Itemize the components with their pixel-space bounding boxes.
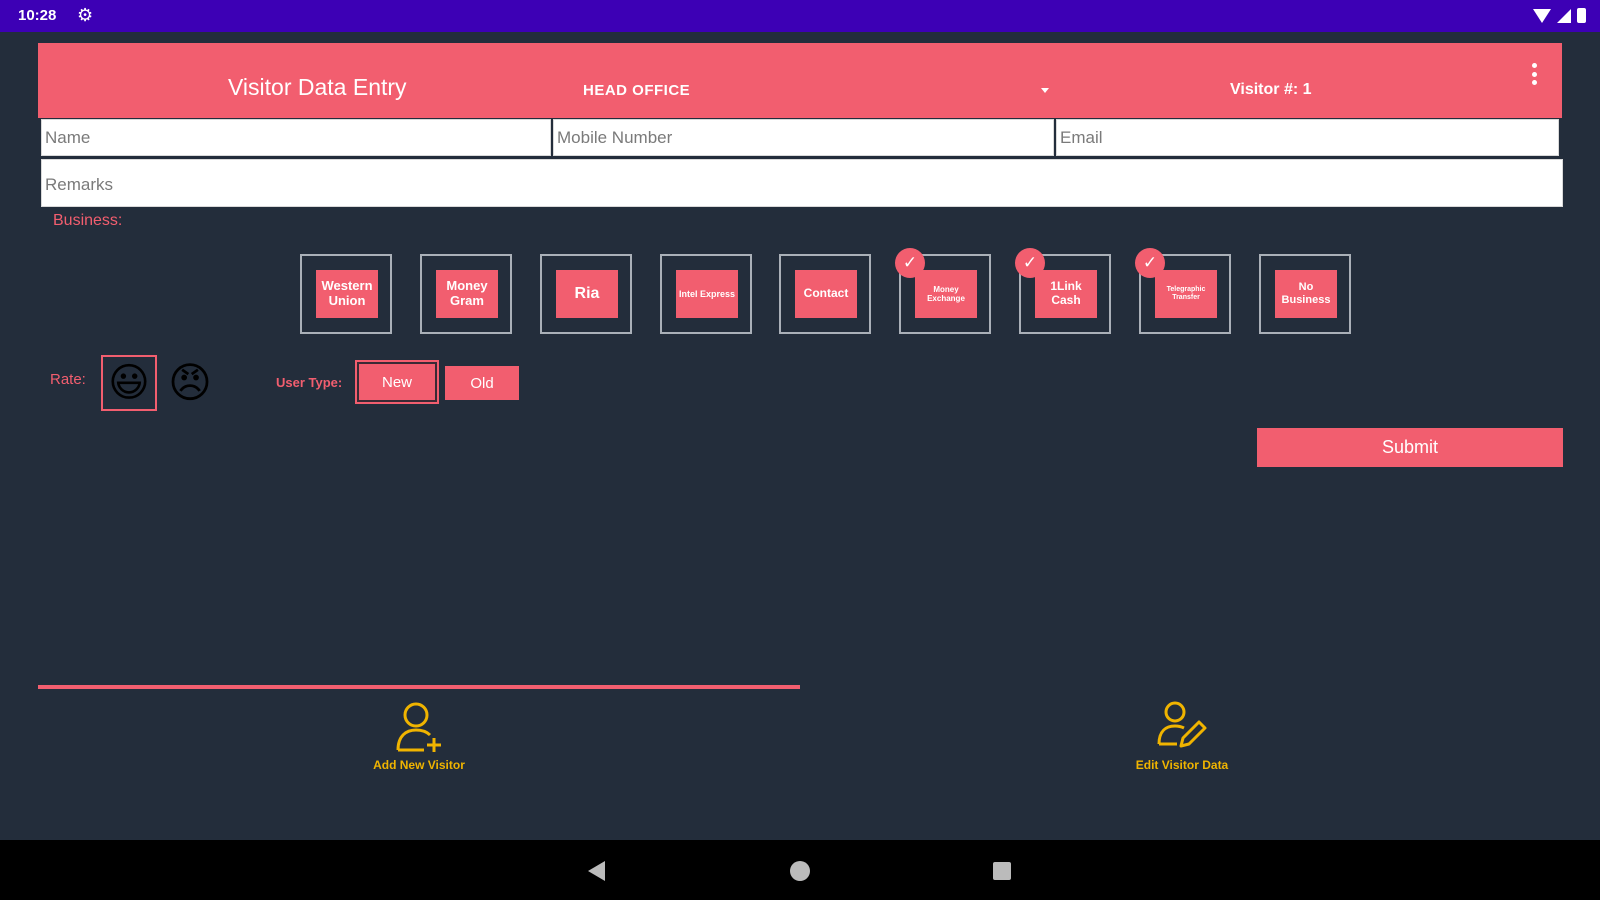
business-option-telegraphic-transfer[interactable]: Telegraphic Transfer ✓ xyxy=(1135,248,1231,334)
edit-user-icon xyxy=(1157,701,1207,748)
business-option-label: Money Gram xyxy=(436,270,498,318)
submit-button[interactable]: Submit xyxy=(1257,428,1563,467)
status-bar: 10:28 ⚙ xyxy=(0,0,1600,32)
page-title: Visitor Data Entry xyxy=(228,74,407,100)
business-option-money-exchange[interactable]: Money Exchange ✓ xyxy=(895,248,991,334)
tab-edit-visitor-data[interactable]: Edit Visitor Data xyxy=(1082,700,1282,780)
office-selected-value: HEAD OFFICE xyxy=(583,82,691,99)
business-option-label: Money Exchange xyxy=(915,270,977,318)
name-input[interactable] xyxy=(41,119,551,156)
email-input[interactable] xyxy=(1056,119,1559,156)
status-time: 10:28 xyxy=(18,7,57,24)
business-option-western-union[interactable]: Western Union xyxy=(300,254,392,334)
add-user-icon xyxy=(396,702,441,752)
business-option-label: Ria xyxy=(556,270,618,318)
checkmark-icon: ✓ xyxy=(895,248,925,278)
signal-icon xyxy=(1557,8,1571,23)
navigation-bar xyxy=(0,840,1600,900)
wifi-icon xyxy=(1533,8,1551,23)
mobile-number-input[interactable] xyxy=(553,119,1054,156)
overflow-menu-icon[interactable] xyxy=(1532,63,1538,85)
home-icon[interactable] xyxy=(790,861,810,881)
tab-add-label: Add New Visitor xyxy=(373,758,465,772)
rate-label: Rate: xyxy=(50,371,86,388)
business-option-money-gram[interactable]: Money Gram xyxy=(420,254,512,334)
business-option-ria[interactable]: Ria xyxy=(540,254,632,334)
remarks-input[interactable] xyxy=(41,159,1563,207)
business-option-label: Telegraphic Transfer xyxy=(1155,270,1217,318)
tab-edit-label: Edit Visitor Data xyxy=(1135,758,1229,772)
visitor-number: Visitor #: 1 xyxy=(1230,81,1312,98)
business-option-1link-cash[interactable]: 1Link Cash ✓ xyxy=(1015,248,1111,334)
status-icons xyxy=(1533,8,1586,23)
business-option-label: No Business xyxy=(1275,270,1337,318)
business-option-label: Intel Express xyxy=(676,270,738,318)
business-option-label: Western Union xyxy=(316,270,378,318)
business-option-label: Contact xyxy=(795,270,857,318)
tab-add-new-visitor[interactable]: Add New Visitor xyxy=(319,700,519,780)
user-type-old-button[interactable]: Old xyxy=(445,366,519,400)
rate-happy-button[interactable]: 😃 xyxy=(101,355,157,411)
office-dropdown[interactable]: HEAD OFFICE xyxy=(583,68,1065,108)
checkmark-icon: ✓ xyxy=(1135,248,1165,278)
business-option-contact[interactable]: Contact xyxy=(779,254,871,334)
user-type-label: User Type: xyxy=(276,375,343,390)
user-type-new-button[interactable]: New xyxy=(357,362,437,402)
back-icon[interactable] xyxy=(588,861,605,881)
business-option-intel-express[interactable]: Intel Express xyxy=(660,254,752,334)
app-header: Visitor Data Entry HEAD OFFICE Visitor #… xyxy=(38,43,1562,118)
tab-indicator xyxy=(38,685,800,689)
checkmark-icon: ✓ xyxy=(1015,248,1045,278)
business-label: Business: xyxy=(53,212,123,229)
gear-icon: ⚙ xyxy=(77,5,94,25)
battery-icon xyxy=(1577,8,1586,23)
recent-apps-icon[interactable] xyxy=(993,862,1011,880)
rate-angry-button[interactable]: 😠 xyxy=(164,357,216,409)
business-option-no-business[interactable]: No Business xyxy=(1259,254,1351,334)
dropdown-arrow-icon xyxy=(1041,88,1049,93)
business-option-label: 1Link Cash xyxy=(1035,270,1097,318)
